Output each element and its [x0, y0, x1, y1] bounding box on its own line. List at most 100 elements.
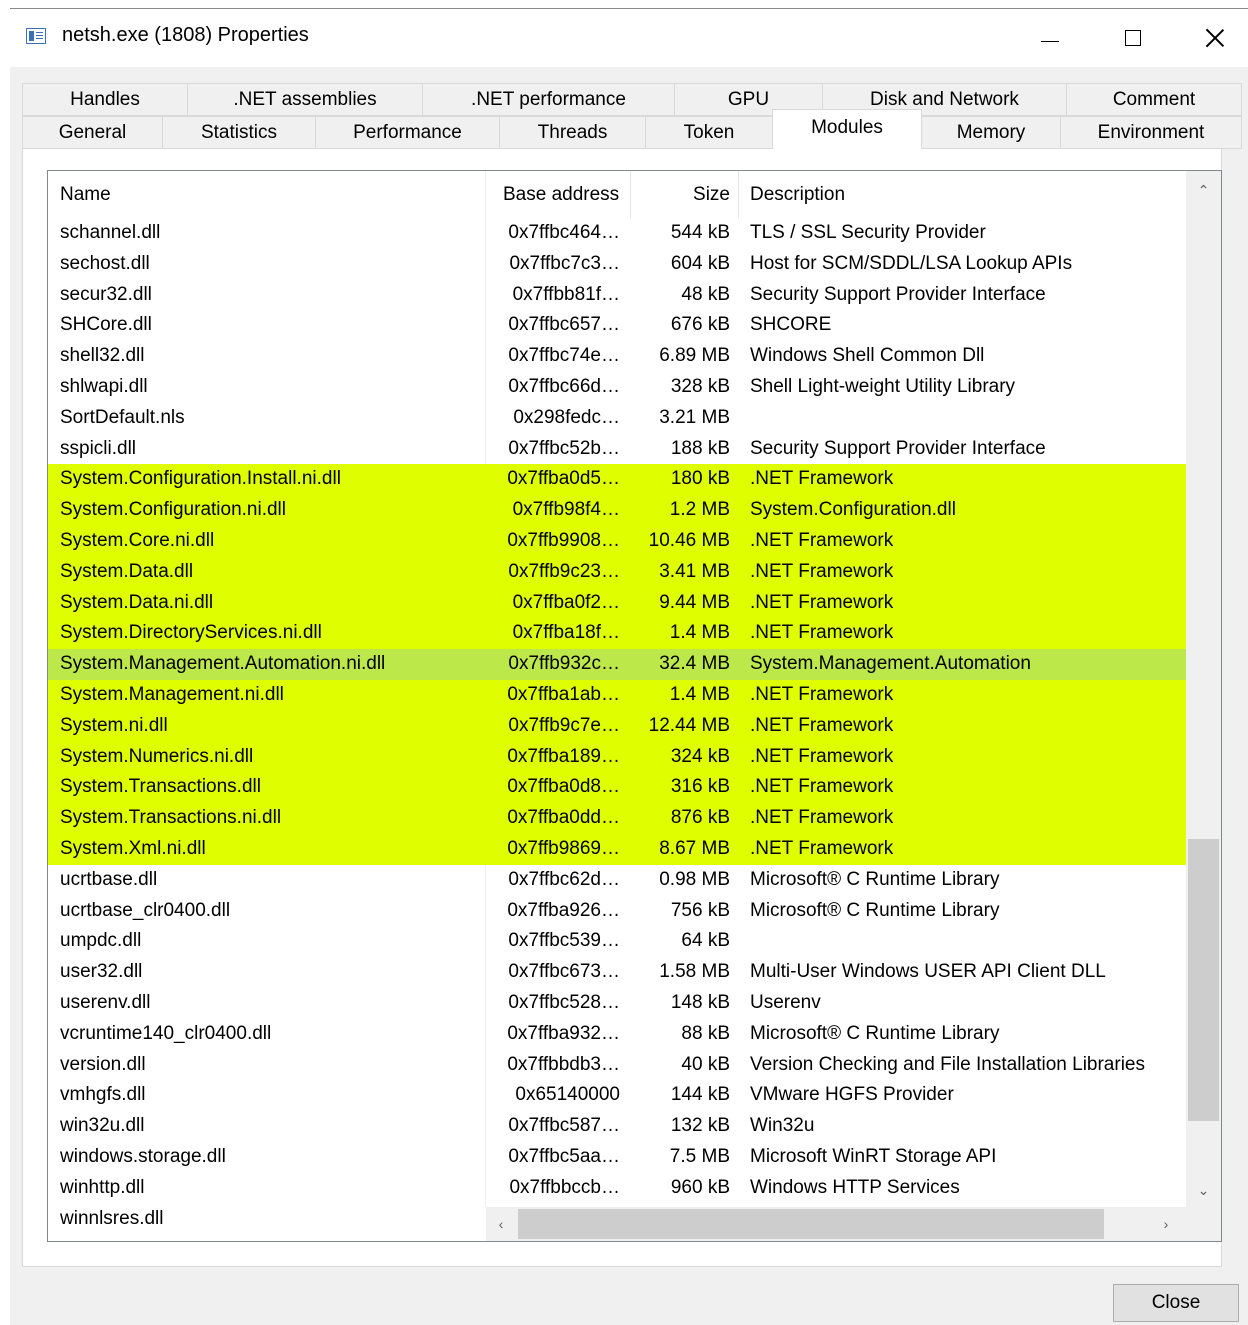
- table-row[interactable]: System.Management.ni.dll 0x7ffba1ab… 1.4 M…: [48, 679, 1186, 711]
- description-cell: Security Support Provider Interface: [750, 437, 1046, 459]
- table-row[interactable]: System.Xml.ni.dll 0x7ffb9869… 8.67 MB .NET …: [48, 833, 1186, 865]
- module-name-cell: windows.storage.dll: [60, 1145, 226, 1167]
- module-name-cell: System.Management.ni.dll: [60, 683, 284, 705]
- size-cell: 132 kB: [670, 1115, 730, 1137]
- tab-comment[interactable]: Comment: [1066, 83, 1242, 116]
- table-row[interactable]: version.dll 0x7ffbbdb3… 40 kB Version Check…: [48, 1050, 1186, 1081]
- description-cell: [750, 403, 1186, 434]
- description-cell: .NET Framework: [750, 807, 894, 829]
- table-row[interactable]: System.Configuration.ni.dll 0x7ffb98f4… 1.…: [48, 495, 1186, 526]
- base-address-cell: 0x7ffbc66d…: [508, 375, 620, 397]
- module-name-cell: ucrtbase_clr0400.dll: [60, 899, 231, 921]
- table-row[interactable]: shlwapi.dll 0x7ffbc66d… 328 kB Shell Light-…: [48, 372, 1186, 403]
- description-cell: Microsoft® C Runtime Library: [750, 1022, 1000, 1044]
- maximize-button[interactable]: [1110, 18, 1156, 58]
- module-name-cell: System.Configuration.Install.ni.dll: [60, 468, 341, 490]
- table-row[interactable]: sspicli.dll 0x7ffbc52b… 188 kB Security Sup…: [48, 434, 1186, 465]
- tab-general[interactable]: General: [22, 116, 163, 149]
- tab-threads[interactable]: Threads: [499, 116, 646, 149]
- module-name-cell: userenv.dll: [60, 991, 151, 1013]
- table-row[interactable]: vmhgfs.dll 0x65140000 144 kB VMware HGFS Pr…: [48, 1080, 1186, 1111]
- table-row[interactable]: System.Transactions.dll 0x7ffba0d8… 316 kB…: [48, 772, 1186, 804]
- table-row[interactable]: System.Data.dll 0x7ffb9c23… 3.41 MB .NET Fr…: [48, 556, 1186, 588]
- window-title: netsh.exe (1808) Properties: [62, 24, 309, 46]
- table-row[interactable]: System.Management.Automation.ni.dll 0x7ff…: [48, 649, 1186, 680]
- minimize-icon: [1041, 40, 1059, 42]
- vertical-scroll-thumb[interactable]: [1188, 839, 1219, 1121]
- column-header-description[interactable]: Description: [750, 171, 845, 218]
- base-address-cell: 0x7ffb98f4…: [512, 499, 620, 521]
- base-address-cell: 0x7ffba18f…: [512, 622, 620, 644]
- tab-performance[interactable]: Performance: [315, 116, 500, 149]
- table-row[interactable]: System.Configuration.Install.ni.dll 0x7ff…: [48, 464, 1186, 496]
- table-row[interactable]: System.Transactions.ni.dll 0x7ffba0dd… 876…: [48, 803, 1186, 834]
- module-name-cell: System.Numerics.ni.dll: [60, 745, 254, 767]
- scroll-down-arrow-icon[interactable]: ⌄: [1186, 1173, 1221, 1207]
- base-address-cell: 0x7ffb932c…: [508, 653, 620, 675]
- close-button[interactable]: Close: [1113, 1284, 1239, 1322]
- table-row[interactable]: userenv.dll 0x7ffbc528… 148 kB Userenv: [48, 988, 1186, 1019]
- size-cell: 88 kB: [681, 1022, 730, 1044]
- tab-statistics[interactable]: Statistics: [162, 116, 316, 149]
- vertical-scrollbar[interactable]: ⌃ ⌄: [1186, 171, 1221, 1207]
- description-cell: .NET Framework: [750, 776, 894, 798]
- scroll-up-arrow-icon[interactable]: ⌃: [1186, 173, 1221, 207]
- table-row[interactable]: winhttp.dll 0x7ffbbccb… 960 kB Windows HTTP…: [48, 1173, 1186, 1204]
- table-row[interactable]: SHCore.dll 0x7ffbc657… 676 kB SHCORE: [48, 310, 1186, 341]
- tab-net-assemblies[interactable]: .NET assemblies: [187, 83, 423, 116]
- tab-token[interactable]: Token: [645, 116, 773, 149]
- description-cell: System.Configuration.dll: [750, 499, 956, 521]
- scroll-left-arrow-icon[interactable]: ‹: [486, 1207, 516, 1241]
- table-row[interactable]: ucrtbase_clr0400.dll 0x7ffba926… 756 kB Mic…: [48, 896, 1186, 927]
- scroll-right-arrow-icon[interactable]: ›: [1151, 1207, 1181, 1241]
- table-row[interactable]: sechost.dll 0x7ffbc7c3… 604 kB Host for SCM…: [48, 249, 1186, 280]
- tab-memory[interactable]: Memory: [921, 116, 1061, 149]
- close-window-button[interactable]: [1192, 18, 1238, 58]
- column-divider[interactable]: [738, 171, 739, 218]
- module-name-cell: System.Data.dll: [60, 560, 194, 582]
- table-row[interactable]: System.Numerics.ni.dll 0x7ffba189… 324 kB.…: [48, 741, 1186, 773]
- tab-modules[interactable]: Modules: [772, 109, 922, 149]
- tab-handles[interactable]: Handles: [22, 83, 188, 116]
- description-cell: .NET Framework: [750, 622, 894, 644]
- base-address-cell: 0x7ffbc587…: [508, 1115, 620, 1137]
- table-row[interactable]: user32.dll 0x7ffbc673… 1.58 MB Multi-User W…: [48, 957, 1186, 988]
- horizontal-scrollbar[interactable]: ‹ ›: [486, 1207, 1186, 1241]
- table-row[interactable]: System.DirectoryServices.ni.dll 0x7ffba18…: [48, 618, 1186, 650]
- modules-list[interactable]: Name Base address Size Description schan…: [47, 170, 1222, 1242]
- size-cell: 180 kB: [670, 468, 730, 490]
- table-row[interactable]: SortDefault.nls 0x298fedc… 3.21 MB: [48, 403, 1186, 434]
- minimize-button[interactable]: [1027, 18, 1073, 58]
- table-row[interactable]: ucrtbase.dll 0x7ffbc62d… 0.98 MB Microsoft®…: [48, 865, 1186, 896]
- table-row[interactable]: vcruntime140_clr0400.dll 0x7ffba932… 88 kB…: [48, 1019, 1186, 1050]
- size-cell: 9.44 MB: [659, 591, 730, 613]
- table-row[interactable]: System.ni.dll 0x7ffb9c7e… 12.44 MB .NET Fra…: [48, 710, 1186, 742]
- size-cell: 3.41 MB: [659, 560, 730, 582]
- size-cell: 12.44 MB: [648, 714, 730, 736]
- base-address-cell: 0x7ffb9c7e…: [508, 714, 620, 736]
- table-row[interactable]: secur32.dll 0x7ffbb81f… 48 kB Security Supp…: [48, 280, 1186, 311]
- description-cell: .NET Framework: [750, 468, 894, 490]
- table-row[interactable]: windows.storage.dll 0x7ffbc5aa… 7.5 MB Micr…: [48, 1142, 1186, 1173]
- table-row[interactable]: shell32.dll 0x7ffbc74e… 6.89 MB Windows She…: [48, 341, 1186, 372]
- column-header-base-address[interactable]: Base address: [503, 171, 619, 218]
- table-row[interactable]: win32u.dll 0x7ffbc587… 132 kB Win32u: [48, 1111, 1186, 1142]
- horizontal-scroll-thumb[interactable]: [518, 1209, 1104, 1239]
- tab-net-performance[interactable]: .NET performance: [422, 83, 675, 116]
- column-header-name[interactable]: Name: [60, 171, 111, 218]
- table-row[interactable]: System.Data.ni.dll 0x7ffba0f2… 9.44 MB .NET…: [48, 587, 1186, 619]
- column-header-size[interactable]: Size: [630, 171, 730, 218]
- list-rows: schannel.dll 0x7ffbc464… 544 kB TLS / SSL S…: [48, 218, 1186, 1234]
- size-cell: 7.5 MB: [669, 1145, 730, 1167]
- description-cell: SHCORE: [750, 314, 832, 336]
- table-row[interactable]: System.Core.ni.dll 0x7ffb9908… 10.46 MB .NE…: [48, 525, 1186, 557]
- module-name-cell: win32u.dll: [60, 1115, 145, 1137]
- tab-environment[interactable]: Environment: [1060, 116, 1242, 149]
- maximize-icon: [1125, 30, 1141, 46]
- base-address-cell: 0x7ffbc74e…: [508, 345, 620, 367]
- size-cell: 6.89 MB: [659, 345, 730, 367]
- base-address-cell: 0x7ffbc657…: [508, 314, 620, 336]
- table-row[interactable]: schannel.dll 0x7ffbc464… 544 kB TLS / SSL S…: [48, 218, 1186, 249]
- description-cell: Shell Light-weight Utility Library: [750, 375, 1016, 397]
- table-row[interactable]: umpdc.dll 0x7ffbc539… 64 kB: [48, 926, 1186, 957]
